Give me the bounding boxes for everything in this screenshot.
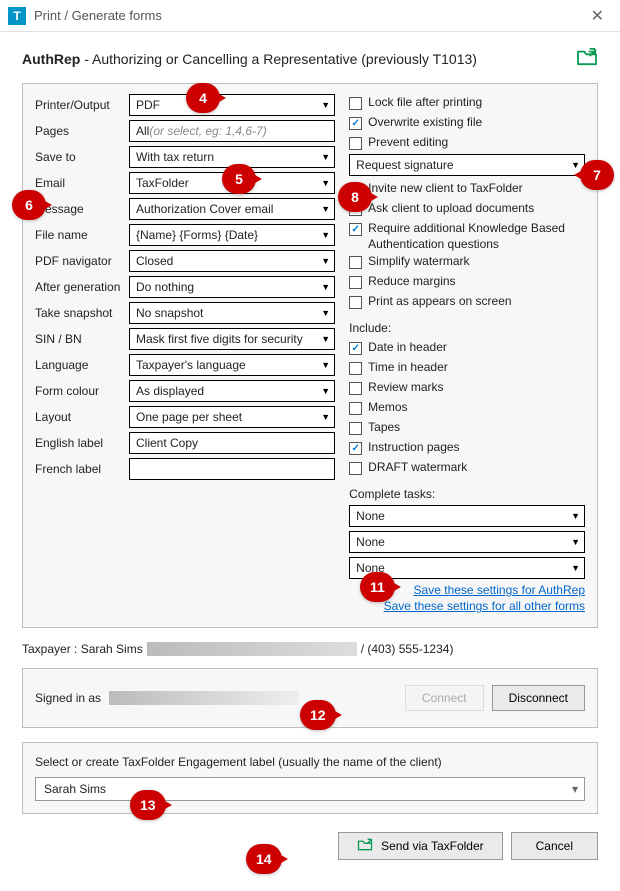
lbl-form-colour: Form colour <box>35 384 129 398</box>
footer: Send via TaxFolder Cancel <box>22 832 598 860</box>
lbl-print-as-screen: Print as appears on screen <box>368 294 511 310</box>
lbl-pdf-navigator: PDF navigator <box>35 254 129 268</box>
callout-11: 11 <box>360 572 395 602</box>
lbl-draft-wm: DRAFT watermark <box>368 460 467 476</box>
signed-in-redacted <box>109 691 299 705</box>
cb-date-header[interactable] <box>349 342 362 355</box>
lbl-prevent-editing: Prevent editing <box>368 135 448 151</box>
include-heading: Include: <box>349 321 585 335</box>
cb-memos[interactable] <box>349 402 362 415</box>
lbl-require-kba: Require additional Knowledge Based Authe… <box>368 221 585 252</box>
cb-simplify[interactable] <box>349 256 362 269</box>
french-label-input[interactable] <box>129 458 335 480</box>
window-title: Print / Generate forms <box>34 8 162 23</box>
form-header: AuthRep - Authorizing or Cancelling a Re… <box>22 48 598 69</box>
message-select[interactable]: Authorization Cover email <box>129 198 335 220</box>
lbl-file-name: File name <box>35 228 129 242</box>
lbl-take-snapshot: Take snapshot <box>35 306 129 320</box>
lbl-french-label: French label <box>35 462 129 476</box>
lbl-ask-upload: Ask client to upload documents <box>368 201 534 217</box>
cb-review-marks[interactable] <box>349 382 362 395</box>
callout-12: 12 <box>300 700 336 730</box>
lbl-save-to: Save to <box>35 150 129 164</box>
lbl-memos: Memos <box>368 400 407 416</box>
lbl-simplify: Simplify watermark <box>368 254 469 270</box>
lbl-tapes: Tapes <box>368 420 400 436</box>
app-icon: T <box>8 7 26 25</box>
request-signature-select[interactable]: Request signature <box>349 154 585 176</box>
lbl-sin-bn: SIN / BN <box>35 332 129 346</box>
lbl-after-generation: After generation <box>35 280 129 294</box>
disconnect-button[interactable]: Disconnect <box>492 685 585 711</box>
callout-6: 6 <box>12 190 46 220</box>
lbl-lock-after: Lock file after printing <box>368 95 482 111</box>
cb-lock-after[interactable] <box>349 97 362 110</box>
lbl-reduce-margins: Reduce margins <box>368 274 455 290</box>
cb-reduce-margins[interactable] <box>349 276 362 289</box>
engagement-select[interactable]: Sarah Sims <box>35 777 585 801</box>
taxpayer-name: Taxpayer : Sarah Sims <box>22 642 143 656</box>
engagement-panel: Select or create TaxFolder Engagement la… <box>22 742 598 814</box>
lbl-time-header: Time in header <box>368 360 448 376</box>
titlebar: T Print / Generate forms ✕ <box>0 0 620 32</box>
header-rest: - Authorizing or Cancelling a Representa… <box>80 51 477 67</box>
english-label-input[interactable]: Client Copy <box>129 432 335 454</box>
send-via-taxfolder-button[interactable]: Send via TaxFolder <box>338 832 503 860</box>
lbl-overwrite: Overwrite existing file <box>368 115 482 131</box>
connect-button[interactable]: Connect <box>405 685 484 711</box>
lbl-layout: Layout <box>35 410 129 424</box>
layout-select[interactable]: One page per sheet <box>129 406 335 428</box>
lbl-email: Email <box>35 176 129 190</box>
options-panel: Printer/OutputPDF PagesAll (or select, e… <box>22 83 598 628</box>
send-folder-icon <box>357 838 373 854</box>
taxpayer-phone: / (403) 555-1234) <box>361 642 454 656</box>
taxpayer-redacted <box>147 642 357 656</box>
cb-instruction[interactable] <box>349 442 362 455</box>
callout-13: 13 <box>130 790 166 820</box>
complete-tasks-heading: Complete tasks: <box>349 487 585 501</box>
take-snapshot-select[interactable]: No snapshot <box>129 302 335 324</box>
lbl-printer-output: Printer/Output <box>35 98 129 112</box>
pdf-navigator-select[interactable]: Closed <box>129 250 335 272</box>
lbl-language: Language <box>35 358 129 372</box>
cb-draft-wm[interactable] <box>349 462 362 475</box>
form-colour-select[interactable]: As displayed <box>129 380 335 402</box>
callout-8: 8 <box>338 182 372 212</box>
lbl-date-header: Date in header <box>368 340 447 356</box>
engagement-label: Select or create TaxFolder Engagement la… <box>35 755 585 769</box>
callout-4: 4 <box>186 83 220 113</box>
cb-prevent-editing[interactable] <box>349 137 362 150</box>
cb-tapes[interactable] <box>349 422 362 435</box>
task1-select[interactable]: None <box>349 505 585 527</box>
callout-5: 5 <box>222 164 256 194</box>
cb-time-header[interactable] <box>349 362 362 375</box>
header-bold: AuthRep <box>22 51 80 67</box>
sin-bn-select[interactable]: Mask first five digits for security <box>129 328 335 350</box>
cancel-button[interactable]: Cancel <box>511 832 598 860</box>
file-name-select[interactable]: {Name} {Forms} {Date} <box>129 224 335 246</box>
lbl-english-label: English label <box>35 436 129 450</box>
signed-in-label: Signed in as <box>35 691 101 705</box>
task2-select[interactable]: None <box>349 531 585 553</box>
lbl-invite-new: Invite new client to TaxFolder <box>368 181 523 197</box>
cb-require-kba[interactable] <box>349 223 362 236</box>
cb-print-as-screen[interactable] <box>349 296 362 309</box>
after-generation-select[interactable]: Do nothing <box>129 276 335 298</box>
taxpayer-row: Taxpayer : Sarah Sims / (403) 555-1234) <box>22 642 598 656</box>
language-select[interactable]: Taxpayer's language <box>129 354 335 376</box>
callout-14: 14 <box>246 844 282 874</box>
lbl-review-marks: Review marks <box>368 380 443 396</box>
open-folder-icon[interactable] <box>576 48 598 69</box>
callout-7: 7 <box>580 160 614 190</box>
pages-input[interactable]: All (or select, eg: 1,4,6-7) <box>129 120 335 142</box>
cb-overwrite[interactable] <box>349 117 362 130</box>
close-icon[interactable]: ✕ <box>583 2 612 30</box>
send-button-label: Send via TaxFolder <box>381 839 484 853</box>
lbl-instruction: Instruction pages <box>368 440 459 456</box>
lbl-pages: Pages <box>35 124 129 138</box>
